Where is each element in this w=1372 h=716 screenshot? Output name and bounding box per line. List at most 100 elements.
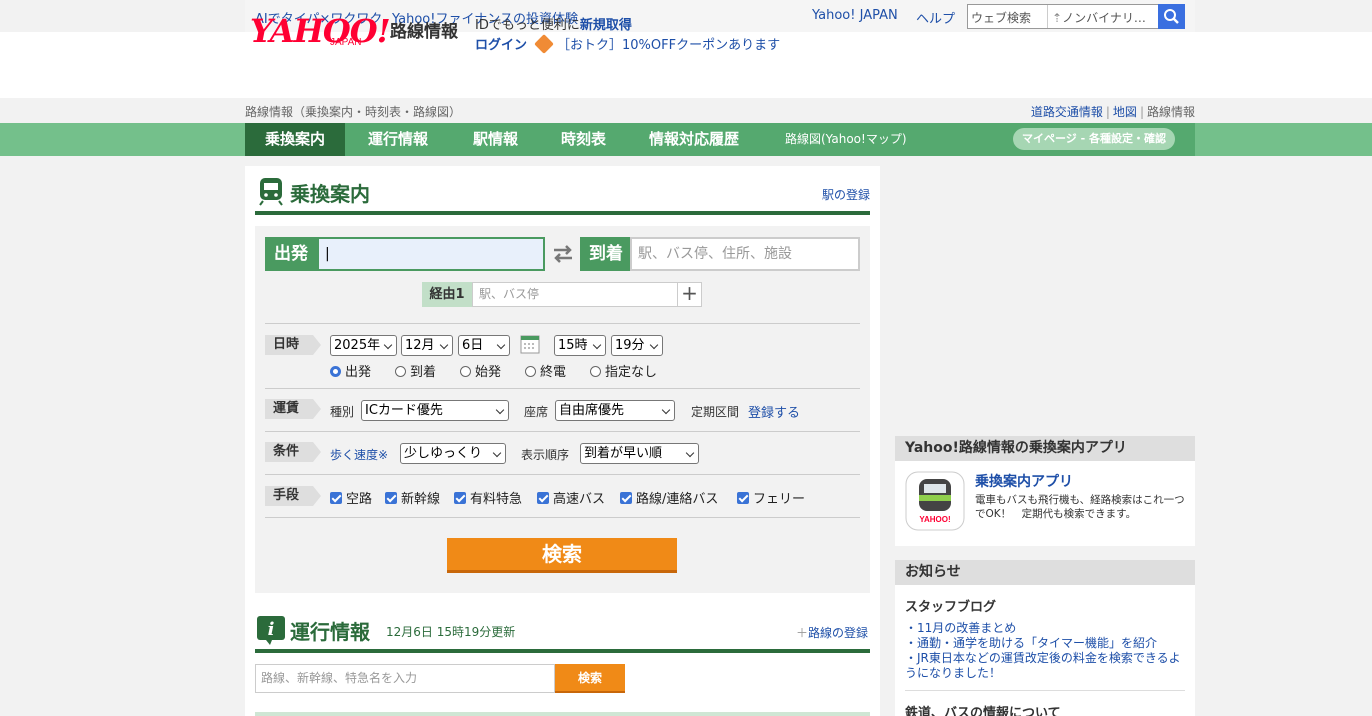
- divider: [265, 323, 860, 324]
- via-input[interactable]: 駅、バス停: [472, 282, 678, 307]
- via-label: 経由1: [422, 282, 472, 307]
- tab-route-map[interactable]: 路線図(Yahoo!マップ): [785, 123, 907, 156]
- road-traffic-link[interactable]: 道路交通情報: [1031, 105, 1103, 119]
- walk-speed-link[interactable]: 歩く速度※: [330, 446, 388, 463]
- trend-arrow-icon: ⇡: [1052, 11, 1063, 25]
- register-line-link[interactable]: 路線の登録: [808, 626, 868, 640]
- radio-first[interactable]: 始発: [460, 361, 501, 380]
- operation-list-top: [255, 712, 870, 716]
- service-links: 道路交通情報 | 地図 | 路線情報: [1030, 105, 1195, 119]
- minute-select[interactable]: 19分: [611, 335, 663, 356]
- promo-login: ログイン ［おトク］10%OFFクーポンあります: [475, 34, 780, 54]
- news-heading: お知らせ: [895, 560, 1195, 585]
- radio-icon: [330, 366, 341, 377]
- register-station-link[interactable]: 駅の登録: [822, 186, 870, 203]
- plus-icon: ＋: [796, 626, 809, 640]
- to-input[interactable]: 駅、バス停、住所、施設: [630, 237, 860, 271]
- register-line[interactable]: ＋路線の登録: [796, 624, 868, 641]
- radio-arrival[interactable]: 到着: [395, 361, 436, 380]
- checkbox-icon: [454, 492, 466, 504]
- rosen-current: 路線情報: [1146, 105, 1195, 119]
- rail-bus-info-title: 鉄道、バスの情報について: [905, 706, 1061, 716]
- radio-icon: [590, 366, 601, 377]
- order-select[interactable]: 到着が早い順: [580, 443, 699, 464]
- top-link-help[interactable]: ヘルプ: [916, 8, 955, 27]
- kind-select[interactable]: ICカード優先: [361, 400, 509, 421]
- web-search-box: ウェブ検索 ⇡ノンバイナリ…: [967, 4, 1185, 29]
- site-title[interactable]: 路線情報: [390, 17, 458, 42]
- day-select[interactable]: 6日: [458, 335, 510, 356]
- radio-label: 出発: [345, 365, 372, 380]
- year-select[interactable]: 2025年: [330, 335, 397, 356]
- promo-register-text: IDでもっと便利に: [475, 18, 580, 33]
- app-icon[interactable]: YAHOO!: [905, 471, 965, 531]
- operation-underline: [255, 649, 870, 653]
- swap-icon[interactable]: [551, 242, 575, 266]
- search-icon: [1164, 9, 1179, 24]
- hour-select[interactable]: 15時: [554, 335, 606, 356]
- radio-none[interactable]: 指定なし: [590, 361, 657, 380]
- tab-operation[interactable]: 運行情報: [368, 123, 428, 156]
- line-search-button[interactable]: 検索: [555, 664, 625, 693]
- commuter-label: 定期区間: [691, 405, 740, 419]
- radio-last[interactable]: 終電: [525, 361, 566, 380]
- svg-text:i: i: [268, 619, 275, 640]
- register-link[interactable]: 新規取得: [580, 18, 632, 33]
- check-label: フェリー: [753, 492, 806, 507]
- divider: [265, 517, 860, 518]
- radio-label: 到着: [410, 365, 437, 380]
- radio-icon: [395, 366, 406, 377]
- map-link[interactable]: 地図: [1113, 105, 1137, 119]
- radio-departure[interactable]: 出発: [330, 361, 371, 380]
- radio-label: 始発: [475, 365, 502, 380]
- promo-register: IDでもっと便利に新規取得: [475, 14, 632, 33]
- news-divider: [905, 690, 1185, 691]
- add-via-button[interactable]: +: [677, 282, 702, 307]
- divider: [265, 388, 860, 389]
- app-promo-heading: Yahoo!路線情報の乗換案内アプリ: [895, 436, 1195, 461]
- train-icon: [259, 178, 283, 206]
- tab-history[interactable]: 情報対応履歴: [649, 123, 739, 156]
- breadcrumb: 路線情報（乗換案内・時刻表・路線図）: [245, 105, 462, 119]
- top-link-yahoo-japan[interactable]: Yahoo! JAPAN: [812, 8, 898, 23]
- web-search-input[interactable]: ⇡ノンバイナリ…: [1048, 5, 1158, 28]
- login-link[interactable]: ログイン: [475, 38, 527, 53]
- checkbox-icon: [330, 492, 342, 504]
- to-label: 到着: [580, 237, 632, 271]
- line-search-input[interactable]: 路線、新幹線、特急名を入力: [255, 664, 555, 693]
- transfer-title: 乗換案内: [290, 182, 370, 206]
- check-air[interactable]: 空路: [330, 488, 372, 507]
- walk-speed-select[interactable]: 少しゆっくり: [400, 443, 506, 464]
- operation-title: 運行情報: [290, 620, 370, 644]
- mypage-button[interactable]: マイページ - 各種設定・確認: [1013, 128, 1175, 150]
- app-description: 電車もバスも飛行機も、経路検索はこれ一つでOK！ 定期代も検索できます。: [975, 494, 1185, 520]
- month-select[interactable]: 12月: [401, 335, 453, 356]
- divider: [265, 431, 860, 432]
- radio-icon: [525, 366, 536, 377]
- from-input[interactable]: |: [317, 237, 545, 271]
- check-highway-bus[interactable]: 高速バス: [537, 488, 605, 507]
- news-item[interactable]: ・通勤・通学を助ける「タイマー機能」を紹介: [905, 634, 1157, 651]
- check-ferry[interactable]: フェリー: [737, 488, 805, 507]
- commuter-register-link[interactable]: 登録する: [748, 402, 800, 421]
- coupon-link[interactable]: ［おトク］10%OFFクーポンあります: [557, 38, 780, 53]
- search-button[interactable]: 検索: [447, 538, 677, 573]
- news-item[interactable]: ・JR東日本などの運賃改定後の料金を検索できるようになりました！: [905, 651, 1185, 681]
- yahoo-logo[interactable]: YAHOO!: [250, 12, 391, 50]
- app-title-link[interactable]: 乗換案内アプリ: [975, 471, 1073, 491]
- condition-label: 条件: [265, 442, 321, 462]
- check-route-bus[interactable]: 路線/連絡バス: [620, 488, 718, 507]
- tab-station[interactable]: 駅情報: [473, 123, 518, 156]
- check-limited-express[interactable]: 有料特急: [454, 488, 522, 507]
- check-label: 空路: [346, 492, 373, 507]
- check-shinkansen[interactable]: 新幹線: [385, 488, 440, 507]
- tab-transfer[interactable]: 乗換案内: [245, 123, 346, 156]
- kind-label: 種別: [330, 405, 355, 419]
- tab-timetable[interactable]: 時刻表: [561, 123, 606, 156]
- calendar-icon[interactable]: [520, 334, 540, 354]
- checkbox-icon: [537, 492, 549, 504]
- seat-select[interactable]: 自由席優先: [555, 400, 675, 421]
- web-search-button[interactable]: [1158, 4, 1185, 29]
- web-search-label[interactable]: ウェブ検索: [968, 5, 1048, 28]
- web-search-value: ノンバイナリ…: [1062, 11, 1146, 25]
